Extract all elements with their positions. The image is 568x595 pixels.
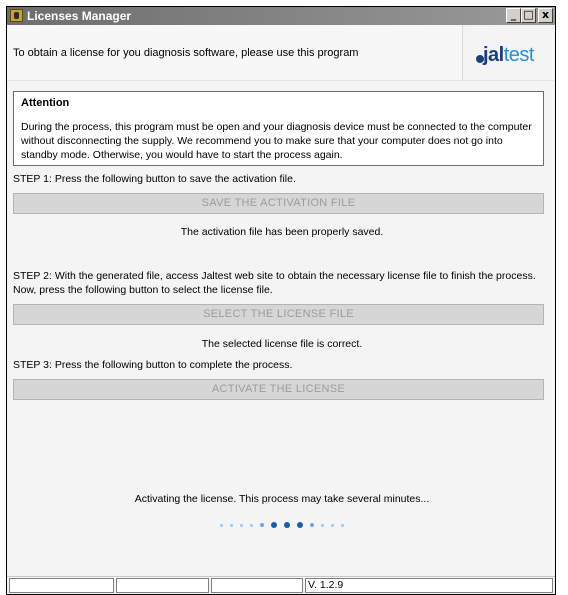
progress-dot xyxy=(271,522,278,529)
window-title: Licenses Manager xyxy=(27,9,132,23)
activate-license-button[interactable]: ACTIVATE THE LICENSE xyxy=(13,379,544,400)
attention-box: Attention During the process, this progr… xyxy=(13,91,544,166)
close-button[interactable]: x xyxy=(538,8,553,23)
licenses-manager-window: Licenses Manager _ □ x To obtain a licen… xyxy=(6,6,556,595)
jaltest-logo: jaltest xyxy=(462,25,555,80)
progress-indicator xyxy=(7,519,555,529)
progress-dot xyxy=(340,523,344,527)
window-controls: _ □ x xyxy=(506,8,553,23)
step-2-text: STEP 2: With the generated file, access … xyxy=(13,270,536,296)
activation-status: Activating the license. This process may… xyxy=(134,493,430,505)
header-divider xyxy=(7,80,555,81)
header: To obtain a license for you diagnosis so… xyxy=(7,25,555,80)
version-label: V. 1.2.9 xyxy=(305,578,553,593)
logo-text: jaltest xyxy=(483,44,535,66)
progress-dot xyxy=(250,523,254,527)
progress-dot xyxy=(240,523,244,527)
attention-body: During the process, this program must be… xyxy=(21,121,532,161)
progress-dot xyxy=(320,523,324,527)
progress-dot xyxy=(220,523,224,527)
select-license-file-button[interactable]: SELECT THE LICENSE FILE xyxy=(13,304,544,325)
intro-text: To obtain a license for you diagnosis so… xyxy=(13,47,359,59)
step-1-status: The activation file has been properly sa… xyxy=(180,226,384,238)
progress-dot xyxy=(230,523,234,527)
attention-title: Attention xyxy=(21,97,70,109)
maximize-button[interactable]: □ xyxy=(521,8,536,23)
app-icon xyxy=(10,9,23,22)
save-activation-file-button[interactable]: SAVE THE ACTIVATION FILE xyxy=(13,193,544,214)
status-panel-1 xyxy=(9,578,114,593)
progress-dot xyxy=(330,523,334,527)
step-2-status: The selected license file is correct. xyxy=(201,338,363,350)
status-panel-2 xyxy=(116,578,209,593)
progress-dot xyxy=(309,523,314,528)
title-bar[interactable]: Licenses Manager _ □ x xyxy=(7,7,555,25)
step-3-text: STEP 3: Press the following button to co… xyxy=(13,359,293,371)
minimize-button[interactable]: _ xyxy=(506,8,521,23)
progress-dot xyxy=(260,523,265,528)
status-panel-3 xyxy=(211,578,303,593)
step-1-text: STEP 1: Press the following button to sa… xyxy=(13,173,296,185)
progress-dot xyxy=(296,522,303,529)
status-bar: V. 1.2.9 xyxy=(7,576,555,594)
progress-dot xyxy=(283,522,290,529)
